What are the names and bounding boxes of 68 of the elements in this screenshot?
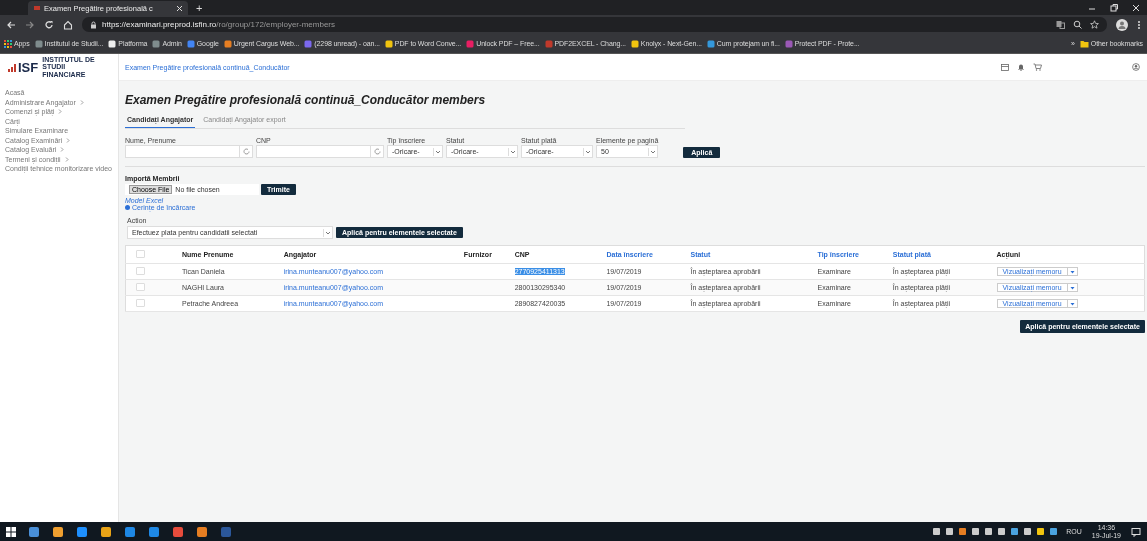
cart-icon[interactable] xyxy=(1033,63,1042,71)
taskbar-app-icon[interactable] xyxy=(124,525,136,538)
chevron-down-icon xyxy=(508,147,517,156)
notification-icon[interactable] xyxy=(1131,526,1141,537)
windows-start-icon[interactable] xyxy=(6,526,16,537)
star-icon[interactable] xyxy=(1090,20,1099,29)
back-arrow-icon[interactable] xyxy=(6,19,16,30)
chevron-down-icon xyxy=(648,147,658,156)
zoom-icon[interactable] xyxy=(1073,20,1082,29)
bookmark-favicon-icon xyxy=(384,39,393,48)
bookmark-favicon-icon xyxy=(304,39,313,48)
bookmark-favicon-icon xyxy=(466,39,475,48)
bookmark-favicon-icon xyxy=(630,39,639,48)
taskbar-app-icon[interactable] xyxy=(76,525,88,538)
reload-icon[interactable] xyxy=(44,19,54,30)
logo-bars-icon xyxy=(8,62,17,72)
close-icon[interactable] xyxy=(176,4,183,12)
calendar-icon[interactable] xyxy=(1001,63,1009,71)
lock-icon xyxy=(90,20,97,29)
close-icon[interactable] xyxy=(1131,2,1141,13)
caret-down-icon xyxy=(1069,302,1075,306)
chevron-down-icon xyxy=(323,228,332,237)
row-checkbox[interactable] xyxy=(136,283,145,291)
user-icon[interactable] xyxy=(1132,63,1140,71)
dropdown-toggle-button[interactable] xyxy=(1067,283,1078,292)
page-title: Examen Pregătire profesională continuă_Conducător members xyxy=(125,93,487,107)
forward-arrow-icon[interactable] xyxy=(25,19,35,30)
row-checkbox[interactable] xyxy=(136,299,145,307)
url-text: https://examinari.preprod.isfin.ro/ro/group/172/employer-members xyxy=(102,20,335,29)
bell-icon[interactable] xyxy=(1017,63,1025,71)
address-field[interactable]: https://examinari.preprod.isfin.ro/ro/group/172/employer-members xyxy=(82,17,1107,32)
select-all-checkbox[interactable] xyxy=(136,250,145,258)
translate-icon[interactable] xyxy=(1056,20,1065,29)
taskbar-app-icon[interactable] xyxy=(148,525,160,538)
chevron-right-icon xyxy=(79,99,84,105)
bookmark-favicon-icon xyxy=(152,39,161,48)
text-field[interactable] xyxy=(256,145,384,158)
favicon-icon xyxy=(33,4,41,12)
text-field[interactable] xyxy=(125,145,253,158)
home-icon[interactable] xyxy=(63,19,73,30)
bookmark-favicon-icon xyxy=(706,39,715,48)
bookmark-favicon-icon xyxy=(108,39,117,48)
chevron-down-icon xyxy=(433,147,442,156)
bookmark-favicon-icon xyxy=(544,39,553,48)
new-tab-button[interactable]: + xyxy=(196,1,203,14)
caret-down-icon xyxy=(1069,270,1075,274)
taskbar-app-icon[interactable] xyxy=(52,525,64,538)
caret-down-icon xyxy=(1069,286,1075,290)
menu-icon[interactable] xyxy=(1137,19,1141,30)
bookmark-favicon-icon xyxy=(784,39,793,48)
apps-grid-icon xyxy=(4,39,12,48)
bookmark-favicon-icon xyxy=(34,39,43,48)
profile-avatar-icon[interactable] xyxy=(1116,18,1128,31)
chevron-right-icon xyxy=(58,109,63,115)
folder-icon xyxy=(1079,39,1089,48)
logo-text: ISF xyxy=(18,59,39,75)
taskbar-app-icon[interactable] xyxy=(100,525,112,538)
taskbar-app-icon[interactable] xyxy=(196,525,208,538)
bookmark-favicon-icon xyxy=(186,39,195,48)
restore-icon[interactable] xyxy=(1109,2,1119,13)
help-icon xyxy=(125,205,130,210)
chevron-down-icon xyxy=(583,147,592,156)
taskbar-app-icon[interactable] xyxy=(28,525,40,538)
dropdown-toggle-button[interactable] xyxy=(1067,299,1078,308)
bookmark-favicon-icon xyxy=(223,39,232,48)
taskbar-app-icon[interactable] xyxy=(172,525,184,538)
row-checkbox[interactable] xyxy=(136,267,145,275)
dropdown-toggle-button[interactable] xyxy=(1067,267,1078,276)
